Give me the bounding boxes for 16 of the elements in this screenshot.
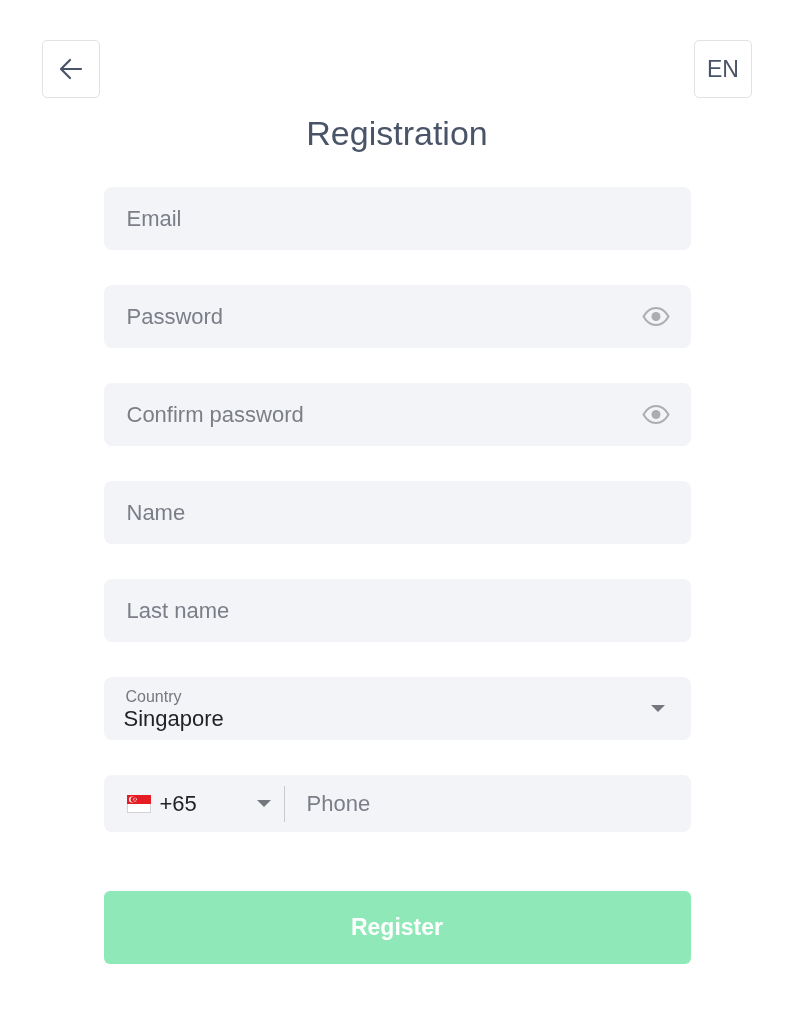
arrow-left-icon (59, 58, 83, 80)
country-code-select[interactable]: +65 (126, 775, 271, 832)
back-button[interactable] (42, 40, 100, 98)
input-field[interactable]: Email (103, 187, 691, 250)
country-select[interactable]: Country Singapore (103, 677, 691, 740)
caret-icon (256, 800, 271, 807)
eye-icon[interactable] (641, 405, 670, 424)
eye-icon[interactable] (641, 307, 670, 326)
phone-input[interactable]: Phone (284, 775, 671, 832)
phone-field[interactable]: +65 Phone (103, 775, 691, 832)
input-field[interactable]: Name (103, 481, 691, 544)
input-field[interactable]: Last name (103, 579, 691, 642)
flag-icon (126, 794, 151, 813)
language-button[interactable]: EN (694, 40, 752, 98)
page-title: Registration (306, 113, 488, 153)
caret-icon (650, 705, 665, 712)
